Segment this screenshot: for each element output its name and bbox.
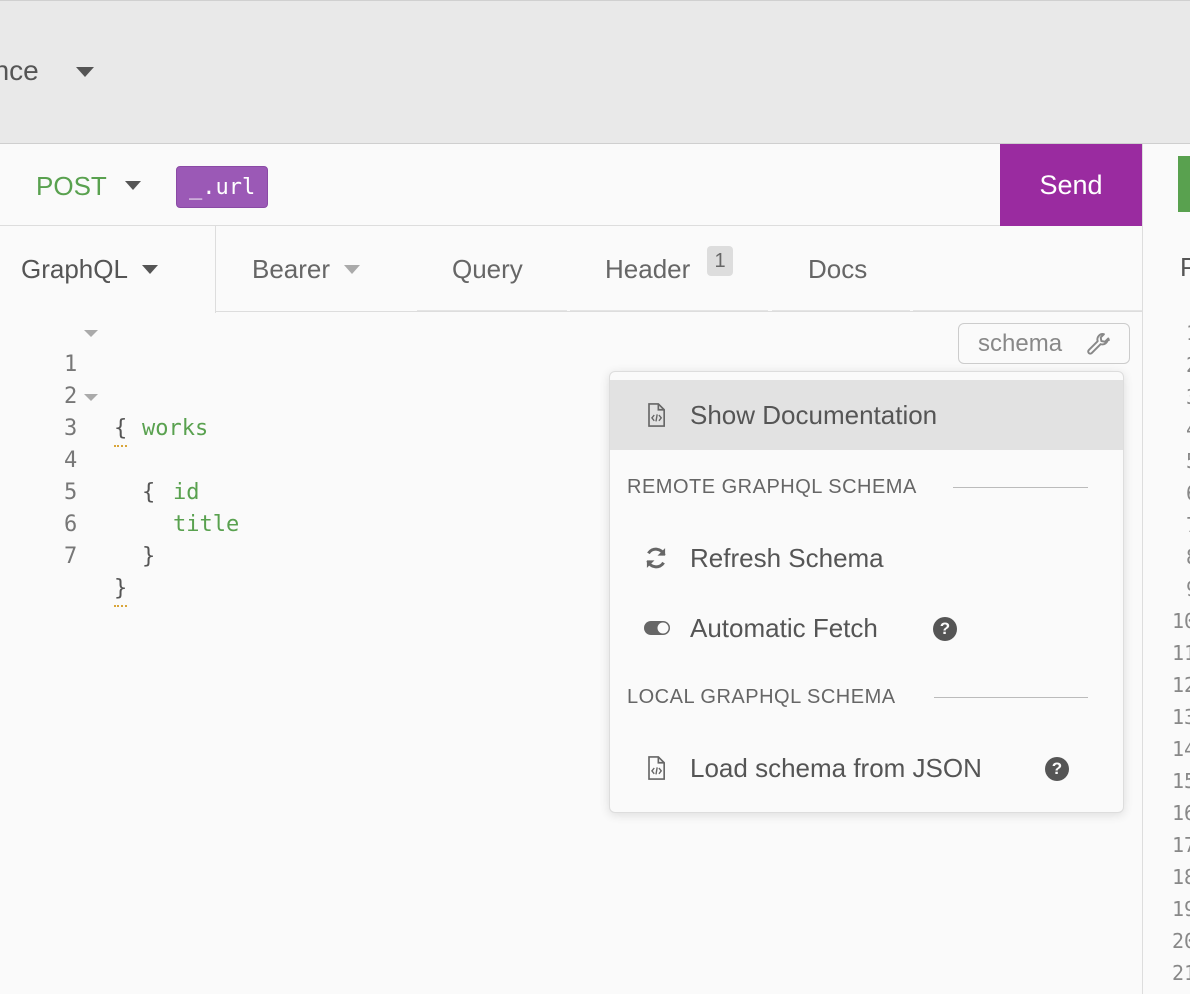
tab-body-graphql[interactable]: GraphQL (0, 226, 216, 313)
file-code-icon (648, 756, 665, 780)
code-text: { (114, 413, 128, 447)
code-line: 2 works (0, 349, 208, 441)
menu-item-label: Automatic Fetch (690, 613, 878, 643)
code-text: } (114, 573, 128, 607)
fold-caret-icon[interactable] (84, 330, 98, 337)
tab-divider (417, 310, 567, 311)
chevron-down-icon[interactable] (76, 67, 94, 77)
send-button[interactable]: Send (1000, 144, 1142, 226)
response-line-number: 1 (1186, 321, 1190, 345)
fold-caret-icon[interactable] (84, 394, 98, 401)
response-line-number: 15 (1172, 769, 1190, 793)
method-dropdown[interactable]: POST (36, 171, 107, 202)
response-line-number: 20 (1172, 929, 1190, 953)
toggle-on-icon (644, 621, 670, 635)
code-text: title (173, 512, 240, 537)
code-text: } (142, 544, 156, 569)
response-tab-label[interactable]: P (1180, 252, 1190, 283)
status-indicator (1178, 156, 1190, 212)
response-line-number: 16 (1172, 801, 1190, 825)
tab-docs[interactable]: Docs (808, 226, 867, 312)
header-count-badge: 1 (707, 246, 733, 276)
response-line-number: 21 (1172, 961, 1190, 985)
code-text: works (142, 416, 209, 441)
tab-auth-bearer[interactable]: Bearer (252, 226, 361, 312)
response-line-number: 19 (1172, 897, 1190, 921)
tab-query[interactable]: Query (452, 226, 523, 312)
code-line: 7 } (0, 509, 128, 607)
response-line-number: 3 (1186, 385, 1190, 409)
tab-divider (772, 310, 910, 311)
refresh-schema-item[interactable]: Refresh Schema (610, 523, 1123, 593)
show-documentation-item[interactable]: Show Documentation (610, 380, 1123, 450)
wrench-icon (1087, 333, 1110, 355)
line-number: 4 (64, 448, 78, 473)
code-line: 5 title (0, 445, 239, 537)
url-bar: POST _.url Send (0, 144, 1142, 226)
line-number: 7 (64, 544, 78, 569)
schema-button-label: schema (978, 330, 1063, 357)
tab-label: GraphQL (21, 254, 128, 284)
response-line-number: 5 (1186, 449, 1190, 473)
response-line-number: 8 (1186, 545, 1190, 569)
environment-selector-label[interactable]: ance (0, 55, 39, 87)
tab-divider (913, 310, 1142, 311)
line-number: 5 (64, 480, 78, 505)
line-number: 6 (64, 512, 78, 537)
code-line: 3 { (0, 381, 155, 505)
menu-item-label: Load schema from JSON (690, 753, 982, 783)
tab-label: Bearer (252, 254, 331, 284)
response-line-number: 7 (1186, 513, 1190, 537)
file-code-icon (648, 403, 665, 427)
response-line-number: 6 (1186, 481, 1190, 505)
line-number: 2 (64, 384, 78, 409)
response-line-number: 17 (1172, 833, 1190, 857)
menu-item-label: Refresh Schema (690, 543, 884, 573)
response-line-number: 18 (1172, 865, 1190, 889)
tab-divider (570, 310, 768, 311)
automatic-fetch-toggle[interactable]: Automatic Fetch ? (610, 593, 1123, 663)
code-text: { (142, 480, 156, 505)
divider (953, 487, 1088, 488)
code-line: 4 id (0, 413, 200, 505)
chevron-down-icon (344, 264, 361, 274)
chevron-down-icon[interactable] (125, 181, 141, 190)
load-schema-json-item[interactable]: Load schema from JSON ? (610, 733, 1123, 803)
url-template-tag[interactable]: _.url (176, 166, 269, 208)
remote-schema-header: REMOTE GRAPHQL SCHEMA (627, 476, 917, 498)
response-line-number: 4 (1186, 417, 1190, 441)
line-number: 1 (64, 352, 78, 377)
response-line-number: 11 (1172, 641, 1190, 665)
response-line-number: 2 (1186, 353, 1190, 377)
response-line-number: 10 (1172, 609, 1190, 633)
code-line: 1 { (0, 317, 128, 447)
line-number: 3 (64, 416, 78, 441)
response-line-number: 12 (1172, 673, 1190, 697)
help-icon[interactable]: ? (1045, 757, 1069, 781)
tab-header[interactable]: Header (605, 226, 690, 312)
response-line-number: 14 (1172, 737, 1190, 761)
schema-button[interactable]: schema (958, 323, 1130, 364)
divider (934, 697, 1088, 698)
request-tabs: GraphQL Bearer Query Header Docs (0, 226, 1142, 313)
workspace-topbar: ance (0, 0, 1190, 144)
code-text: id (173, 480, 200, 505)
code-line: 6 } (0, 477, 155, 569)
schema-dropdown-menu: Show Documentation REMOTE GRAPHQL SCHEMA… (609, 371, 1124, 813)
response-line-number: 9 (1186, 577, 1190, 601)
chevron-down-icon (141, 264, 158, 274)
response-line-number: 13 (1172, 705, 1190, 729)
menu-item-label: Show Documentation (690, 400, 938, 430)
refresh-icon (646, 547, 666, 569)
local-schema-header: LOCAL GRAPHQL SCHEMA (627, 686, 896, 708)
help-icon[interactable]: ? (933, 617, 957, 641)
